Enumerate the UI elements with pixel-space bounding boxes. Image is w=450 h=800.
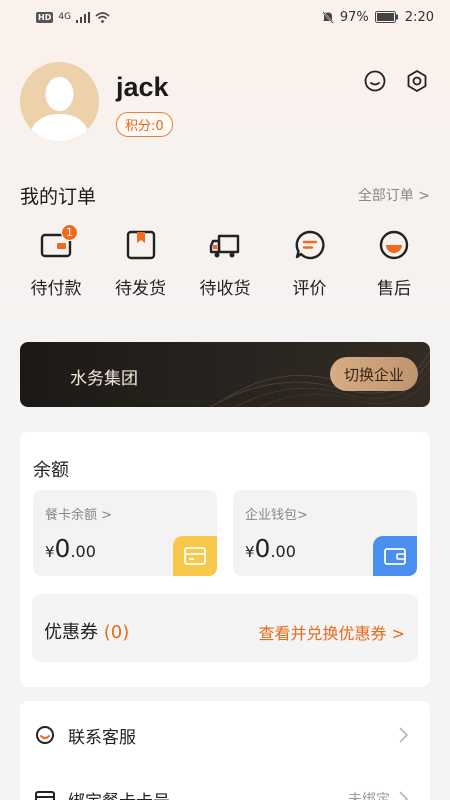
wallet-icon: [373, 536, 417, 576]
meal-card-icon: [173, 536, 217, 576]
customer-service-icon: [36, 726, 54, 744]
settings-icon[interactable]: [404, 68, 430, 94]
order-after-sale[interactable]: 售后: [352, 228, 436, 299]
profile-header: jack 积分:0: [20, 62, 430, 141]
balance-title: 余额: [33, 460, 69, 481]
order-status-row: 1 待付款 待发货 待收货 评价 售后: [14, 224, 436, 299]
points-badge[interactable]: 积分:0: [116, 112, 173, 137]
amount-integer: 0: [254, 534, 271, 563]
switch-company-button[interactable]: 切换企业: [329, 357, 418, 391]
bind-card-label: 绑定餐卡卡号: [68, 787, 170, 800]
battery-icon: [374, 11, 398, 23]
meal-card-amount: ¥0.00: [45, 534, 96, 563]
service-card: 联系客服 绑定餐卡卡号 未绑定: [20, 701, 430, 800]
clock: 2:20: [404, 9, 434, 25]
coupon-row[interactable]: 优惠券 (0) 查看并兑换优惠券 >: [32, 594, 418, 662]
pending-payment-badge: 1: [61, 224, 78, 241]
bind-card-row[interactable]: 绑定餐卡卡号 未绑定: [20, 769, 430, 800]
orders-title: 我的订单: [20, 186, 97, 208]
order-pending-shipment[interactable]: 待发货: [99, 228, 183, 299]
coupon-count: (0): [103, 622, 130, 643]
currency-symbol: ¥: [45, 543, 55, 561]
coupon-title: 优惠券: [44, 622, 98, 643]
card-icon: [35, 791, 55, 800]
order-label: 待付款: [30, 279, 82, 299]
all-orders-link[interactable]: 全部订单 >: [358, 185, 430, 205]
contact-service-row[interactable]: 联系客服: [20, 705, 430, 765]
message-icon[interactable]: [362, 68, 388, 94]
enterprise-wallet-label: 企业钱包>: [245, 508, 308, 523]
after-sale-icon: [379, 230, 409, 260]
bind-card-status: 未绑定: [348, 792, 390, 800]
status-bar: HD 4G 97% 2:20: [0, 0, 450, 34]
contact-service-label: 联系客服: [68, 727, 136, 748]
mute-bell-icon: [322, 10, 334, 24]
order-label: 待发货: [115, 279, 166, 299]
order-pending-receipt[interactable]: 待收货: [183, 228, 267, 299]
enterprise-wallet-balance[interactable]: 企业钱包> ¥0.00: [233, 490, 417, 576]
order-label: 待收货: [199, 279, 251, 299]
meal-card-label: 餐卡余额 >: [45, 508, 113, 523]
coupon-label: 优惠券 (0): [44, 618, 129, 644]
chevron-right-icon: [399, 791, 408, 800]
comment-icon: [295, 230, 325, 260]
hd-badge: HD: [36, 11, 54, 23]
package-icon: [126, 230, 155, 260]
order-label: 评价: [292, 279, 327, 299]
enterprise-wallet-amount: ¥0.00: [245, 534, 296, 563]
user-silhouette-icon: [28, 77, 91, 141]
company-name: 水务集团: [70, 369, 138, 389]
amount-decimal: .00: [70, 542, 96, 561]
avatar[interactable]: [20, 62, 99, 141]
balance-card: 余额 餐卡余额 > ¥0.00 企业钱包> ¥0.00 优惠券 (0) 查看并兑…: [20, 432, 430, 687]
meal-card-balance[interactable]: 餐卡余额 > ¥0.00: [33, 490, 217, 576]
order-pending-payment[interactable]: 1 待付款: [14, 224, 98, 299]
network-type: 4G: [58, 12, 72, 22]
signal-icon: [76, 11, 91, 23]
username: jack: [116, 72, 169, 102]
chevron-right-icon: [399, 727, 408, 743]
currency-symbol: ¥: [245, 543, 255, 561]
wifi-icon: [95, 11, 110, 23]
order-label: 售后: [377, 279, 411, 299]
amount-decimal: .00: [270, 542, 296, 561]
redeem-coupon-link[interactable]: 查看并兑换优惠券 >: [259, 620, 406, 644]
battery-percent: 97%: [339, 9, 369, 25]
truck-icon: [209, 234, 240, 258]
amount-integer: 0: [54, 534, 71, 563]
order-review[interactable]: 评价: [268, 228, 352, 299]
company-banner: 水务集团 切换企业: [20, 342, 430, 407]
